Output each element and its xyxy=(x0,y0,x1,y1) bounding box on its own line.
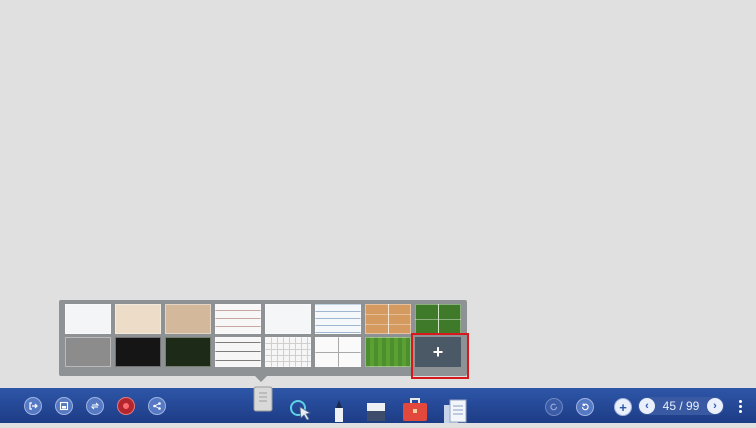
switch-icon[interactable] xyxy=(86,397,104,415)
background-icon[interactable] xyxy=(251,385,275,415)
bg-swatch-black[interactable] xyxy=(115,337,161,367)
next-page-button[interactable]: › xyxy=(707,398,723,414)
pen-icon[interactable] xyxy=(330,398,348,422)
bg-swatch-gray[interactable] xyxy=(65,337,111,367)
bg-swatch-tan[interactable] xyxy=(165,304,211,334)
add-page-button[interactable]: + xyxy=(614,398,632,416)
bg-swatch-white[interactable] xyxy=(65,304,111,334)
toolbox-icon[interactable] xyxy=(401,398,429,422)
prev-page-button[interactable]: ‹ xyxy=(639,398,655,414)
record-icon[interactable] xyxy=(117,397,135,415)
bg-swatch-ruled-blue[interactable] xyxy=(315,304,361,334)
undo-icon[interactable] xyxy=(545,398,563,416)
exit-icon[interactable] xyxy=(24,397,42,415)
bg-swatch-grid-paper[interactable] xyxy=(265,337,311,367)
panel-pointer xyxy=(255,376,267,382)
page-navigator: ‹ 45 / 99 › xyxy=(638,397,724,415)
save-icon[interactable] xyxy=(55,397,73,415)
bg-swatch-basketball-court[interactable] xyxy=(365,304,411,334)
share-icon[interactable] xyxy=(148,397,166,415)
bg-swatch-dark-green[interactable] xyxy=(165,337,211,367)
select-icon[interactable] xyxy=(288,398,314,421)
bg-swatch-cream[interactable] xyxy=(115,304,161,334)
bg-swatch-soccer-field[interactable] xyxy=(415,304,461,334)
bg-swatch-cross-axes[interactable] xyxy=(315,337,361,367)
bg-swatch-plain-white[interactable] xyxy=(265,304,311,334)
background-picker-panel: + xyxy=(59,300,467,376)
more-options-icon[interactable] xyxy=(737,399,743,415)
bg-swatch-lined-paper[interactable] xyxy=(215,304,261,334)
redo-icon[interactable] xyxy=(576,398,594,416)
page-indicator: 45 / 99 xyxy=(662,399,700,413)
eraser-icon[interactable] xyxy=(365,402,387,422)
bg-swatch-field-green[interactable] xyxy=(365,337,411,367)
add-background-button[interactable]: + xyxy=(415,337,461,367)
bg-swatch-music-staff[interactable] xyxy=(215,337,261,367)
pages-icon[interactable] xyxy=(442,399,468,423)
